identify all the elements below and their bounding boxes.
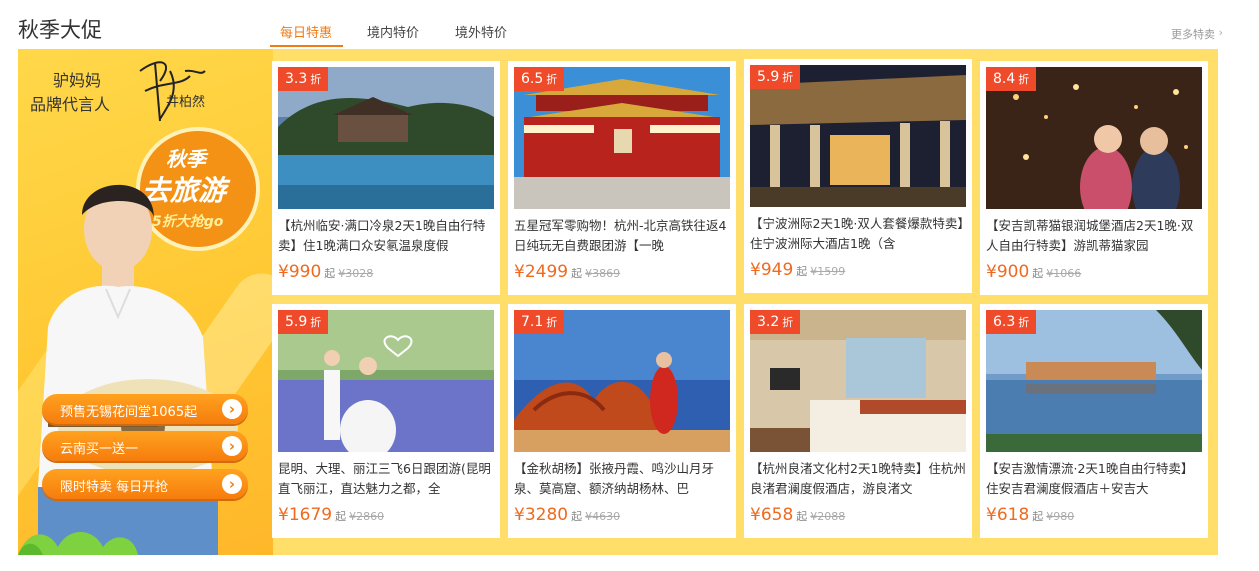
original-price: ¥2088 (810, 510, 846, 523)
deal-price: ¥900 (986, 262, 1030, 282)
deal-card[interactable]: 3.2 折 【杭州良渚文化村2天1晚特卖】住杭州良渚君澜度假酒店，游良渚文 ¥65… (744, 304, 972, 538)
deal-card[interactable]: 6.3 折 【安吉激情漂流·2天1晚自由行特卖】住安吉君澜度假酒店＋安吉大 ¥61… (980, 304, 1208, 538)
deal-title[interactable]: 【杭州临安·满口冷泉2天1晚自由行特卖】住1晚满口众安氡温泉度假 (278, 216, 494, 256)
chevron-right-icon: › (1218, 26, 1223, 39)
cta-label: 限时特卖 每日开抢 (60, 480, 169, 495)
original-price: ¥2860 (349, 510, 385, 523)
spokesperson-role: 品牌代言人 (30, 95, 111, 114)
presale-wuxi-button[interactable]: 预售无锡花间堂1065起 › (42, 394, 248, 424)
deal-price: ¥618 (986, 505, 1030, 525)
discount-tag: 6.5 折 (514, 67, 565, 91)
original-price: ¥1599 (810, 265, 846, 278)
deal-title[interactable]: 【宁波洲际2天1晚·双人套餐爆款特卖】住宁波洲际大酒店1晚（含 (750, 214, 966, 254)
discount-tag: 6.3 折 (986, 310, 1037, 334)
deal-title[interactable]: 【安吉凯蒂猫银润城堡酒店2天1晚·双人自由行特卖】游凯蒂猫家园 (986, 216, 1202, 256)
cta-label: 预售无锡花间堂1065起 (60, 405, 198, 420)
chevron-right-icon: › (222, 399, 242, 419)
deal-card[interactable]: 6.5 折 五星冠军零购物！杭州-北京高铁往返4日纯玩无自费跟团游【一晚 ¥249… (508, 61, 736, 295)
price-row: ¥3280 起 ¥4630 (514, 505, 621, 525)
deal-price: ¥1679 (278, 505, 333, 525)
original-price: ¥3869 (585, 267, 621, 280)
active-tab-indicator (270, 45, 343, 47)
deal-price: ¥658 (750, 505, 794, 525)
price-row: ¥2499 起 ¥3869 (514, 262, 621, 282)
tab-overseas[interactable]: 境外特价 (455, 22, 507, 41)
chevron-right-icon: › (222, 436, 242, 456)
deal-title[interactable]: 五星冠军零购物！杭州-北京高铁往返4日纯玩无自费跟团游【一晚 (514, 216, 730, 256)
promo-banner[interactable]: 驴妈妈 品牌代言人 井柏然 秋季 去旅游 5折大抢go 预售无锡花间堂1065起… (18, 49, 273, 555)
discount-tag: 7.1 折 (514, 310, 565, 334)
price-row: ¥990 起 ¥3028 (278, 262, 374, 282)
chevron-right-icon: › (222, 474, 242, 494)
original-price: ¥3028 (338, 267, 374, 280)
deal-card[interactable]: 5.9 折 【宁波洲际2天1晚·双人套餐爆款特卖】住宁波洲际大酒店1晚（含 ¥94… (744, 59, 972, 293)
price-row: ¥618 起 ¥980 (986, 505, 1075, 525)
price-row: ¥1679 起 ¥2860 (278, 505, 385, 525)
price-row: ¥900 起 ¥1066 (986, 262, 1082, 282)
discount-tag: 5.9 折 (278, 310, 329, 334)
deal-card[interactable]: 8.4 折 【安吉凯蒂猫银润城堡酒店2天1晚·双人自由行特卖】游凯蒂猫家园 ¥90… (980, 61, 1208, 295)
section-title: 秋季大促 (18, 18, 102, 42)
discount-tag: 3.2 折 (750, 310, 801, 334)
deal-card[interactable]: 3.3 折 【杭州临安·满口冷泉2天1晚自由行特卖】住1晚满口众安氡温泉度假 ¥9… (272, 61, 500, 295)
cta-label: 云南买一送一 (60, 442, 139, 457)
discount-tag: 5.9 折 (750, 65, 801, 89)
deal-price: ¥949 (750, 260, 794, 280)
deal-price: ¥3280 (514, 505, 569, 525)
spokesperson-brand: 驴妈妈 (53, 71, 102, 90)
deal-title[interactable]: 【金秋胡杨】张掖丹霞、鸣沙山月牙泉、莫高窟、额济纳胡杨林、巴 (514, 459, 730, 499)
more-deals-link[interactable]: 更多特卖 (1171, 26, 1215, 42)
deal-title[interactable]: 昆明、大理、丽江三飞6日跟团游(昆明直飞丽江，直达魅力之都，全 (278, 459, 494, 499)
deal-title[interactable]: 【安吉激情漂流·2天1晚自由行特卖】住安吉君澜度假酒店＋安吉大 (986, 459, 1202, 499)
deal-price: ¥2499 (514, 262, 569, 282)
deal-card[interactable]: 5.9 折 昆明、大理、丽江三飞6日跟团游(昆明直飞丽江，直达魅力之都，全 ¥16… (272, 304, 500, 538)
original-price: ¥1066 (1046, 267, 1082, 280)
section-header: 秋季大促 每日特惠 境内特价 境外特价 更多特卖 › (0, 0, 1259, 50)
grass-decoration (18, 532, 138, 555)
original-price: ¥980 (1046, 510, 1075, 523)
original-price: ¥4630 (585, 510, 621, 523)
tab-daily-deals[interactable]: 每日特惠 (280, 22, 332, 41)
price-row: ¥658 起 ¥2088 (750, 505, 846, 525)
discount-tag: 8.4 折 (986, 67, 1037, 91)
deal-price: ¥990 (278, 262, 322, 282)
yunnan-bogo-button[interactable]: 云南买一送一 › (42, 431, 248, 461)
discount-tag: 3.3 折 (278, 67, 329, 91)
deal-card[interactable]: 7.1 折 【金秋胡杨】张掖丹霞、鸣沙山月牙泉、莫高窟、额济纳胡杨林、巴 ¥328… (508, 304, 736, 538)
tab-domestic[interactable]: 境内特价 (367, 22, 419, 41)
flash-sale-button[interactable]: 限时特卖 每日开抢 › (42, 469, 248, 499)
deal-title[interactable]: 【杭州良渚文化村2天1晚特卖】住杭州良渚君澜度假酒店，游良渚文 (750, 459, 966, 499)
spokesperson-name: 井柏然 (166, 95, 206, 110)
price-row: ¥949 起 ¥1599 (750, 260, 846, 280)
